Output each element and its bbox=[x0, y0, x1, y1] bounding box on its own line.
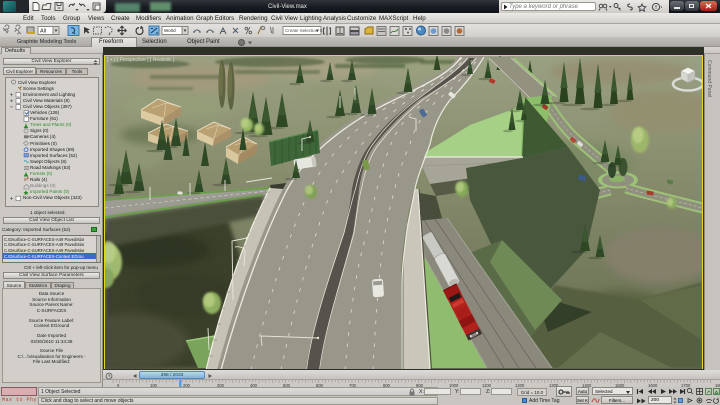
svg-text:World: World bbox=[164, 28, 176, 33]
